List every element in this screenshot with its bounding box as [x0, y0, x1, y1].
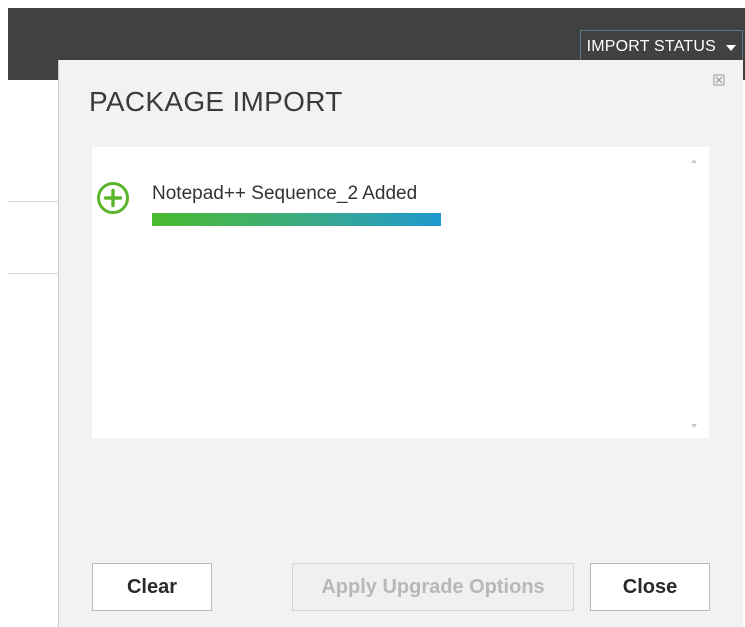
import-status-button[interactable]: IMPORT STATUS [579, 30, 743, 64]
package-import-dialog: PACKAGE IMPORT Notepad++ Sequence_2 Adde… [58, 60, 743, 627]
clear-button[interactable]: Clear [92, 563, 212, 611]
scroll-down-arrow-icon[interactable] [691, 424, 697, 428]
apply-upgrade-options-button[interactable]: Apply Upgrade Options [292, 563, 574, 611]
list-item: Notepad++ Sequence_2 Added [96, 181, 496, 241]
scroll-up-arrow-icon[interactable] [691, 159, 697, 163]
background-divider [8, 201, 60, 202]
item-label: Notepad++ Sequence_2 Added [152, 183, 418, 204]
import-list[interactable]: Notepad++ Sequence_2 Added [92, 147, 709, 438]
caret-down-icon [726, 44, 736, 51]
dialog-title: PACKAGE IMPORT [89, 86, 343, 117]
progress-bar [152, 213, 441, 226]
close-icon[interactable] [713, 74, 725, 86]
background-divider [8, 273, 60, 274]
add-circle-icon [97, 182, 129, 214]
import-status-label: IMPORT STATUS [586, 38, 716, 55]
close-button[interactable]: Close [590, 563, 710, 611]
progress-fill [152, 213, 441, 226]
